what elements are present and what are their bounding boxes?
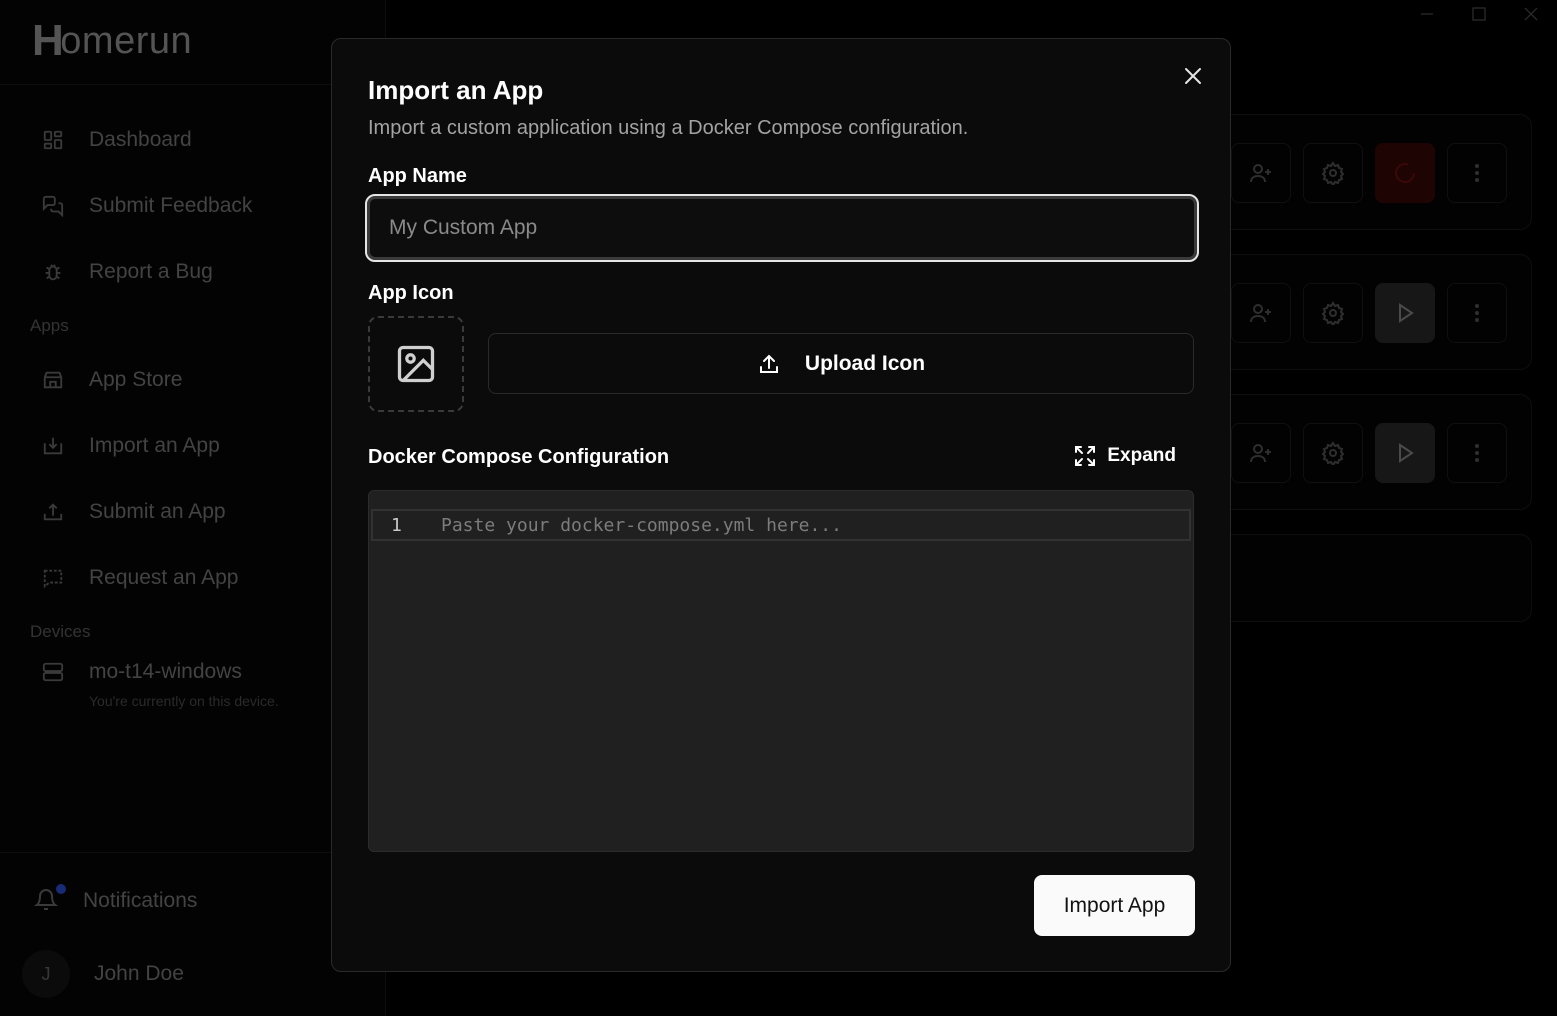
- editor-placeholder: Paste your docker-compose.yml here...: [441, 514, 842, 536]
- app-icon-label: App Icon: [368, 282, 454, 304]
- upload-icon-button[interactable]: Upload Icon: [488, 333, 1194, 394]
- expand-label: Expand: [1107, 445, 1176, 466]
- dialog-title: Import an App: [368, 75, 544, 105]
- app-name-input[interactable]: [365, 194, 1199, 262]
- dialog-description: Import a custom application using a Dock…: [368, 117, 969, 139]
- expand-icon: [1073, 444, 1097, 468]
- compose-label: Docker Compose Configuration: [368, 446, 670, 468]
- line-number: 1: [391, 514, 402, 536]
- editor-line: 1 Paste your docker-compose.yml here...: [371, 509, 1191, 541]
- app-name-label: App Name: [368, 165, 467, 187]
- import-app-button[interactable]: Import App: [1034, 875, 1195, 936]
- compose-editor[interactable]: 1 Paste your docker-compose.yml here...: [368, 490, 1194, 852]
- upload-icon: [757, 352, 781, 376]
- close-icon: [1185, 68, 1201, 84]
- app-icon-preview: [368, 316, 464, 412]
- close-dialog-button[interactable]: [1180, 63, 1206, 89]
- import-app-dialog: Import an App Import a custom applicatio…: [331, 38, 1231, 972]
- upload-label: Upload Icon: [804, 351, 926, 375]
- expand-editor-button[interactable]: Expand: [1073, 444, 1176, 468]
- image-icon: [397, 345, 435, 383]
